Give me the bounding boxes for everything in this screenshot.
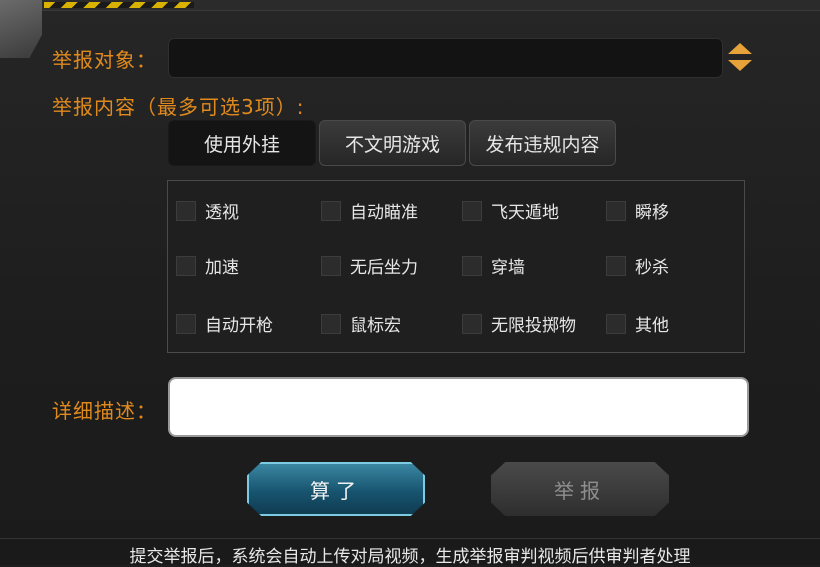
checkbox[interactable] — [606, 200, 626, 221]
option-label: 瞬移 — [635, 203, 669, 223]
sort-up-down-icon[interactable] — [726, 40, 754, 74]
checkbox[interactable] — [176, 313, 196, 334]
checkbox[interactable] — [321, 313, 341, 334]
cancel-button[interactable]: 算了 — [247, 462, 425, 516]
report-target-field[interactable] — [168, 38, 723, 78]
content-label: 举报内容（最多可选3项）: — [52, 95, 305, 119]
option-label: 无后坐力 — [350, 258, 418, 278]
option-mouse-macro[interactable]: 鼠标宏 — [321, 311, 401, 336]
checkbox[interactable] — [176, 255, 196, 276]
checkbox[interactable] — [462, 255, 482, 276]
tab-violation-content[interactable]: 发布违规内容 — [469, 120, 616, 166]
hazard-stripe — [44, 2, 194, 8]
option-label: 加速 — [205, 258, 239, 278]
option-speed[interactable]: 加速 — [176, 253, 239, 278]
checkbox[interactable] — [321, 255, 341, 276]
option-label: 其他 — [635, 316, 669, 336]
option-label: 自动瞄准 — [350, 203, 418, 223]
checkbox[interactable] — [321, 200, 341, 221]
checkbox[interactable] — [462, 313, 482, 334]
option-fly-underground[interactable]: 飞天遁地 — [462, 198, 559, 223]
target-label: 举报对象： — [52, 48, 157, 72]
option-label: 穿墙 — [491, 258, 525, 278]
option-label: 自动开枪 — [205, 316, 273, 336]
option-no-recoil[interactable]: 无后坐力 — [321, 253, 418, 278]
tab-uncivil[interactable]: 不文明游戏 — [319, 120, 466, 166]
option-label: 飞天遁地 — [491, 203, 559, 223]
option-label: 无限投掷物 — [491, 316, 576, 336]
desc-label: 详细描述： — [52, 399, 157, 423]
option-auto-fire[interactable]: 自动开枪 — [176, 311, 273, 336]
checkbox[interactable] — [606, 313, 626, 334]
option-teleport[interactable]: 瞬移 — [606, 198, 669, 223]
option-other[interactable]: 其他 — [606, 311, 669, 336]
option-aimbot[interactable]: 自动瞄准 — [321, 198, 418, 223]
checkbox[interactable] — [462, 200, 482, 221]
option-label: 秒杀 — [635, 258, 669, 278]
description-field[interactable] — [168, 377, 749, 437]
option-noclip[interactable]: 穿墙 — [462, 253, 525, 278]
report-button[interactable]: 举报 — [491, 462, 669, 516]
checkbox[interactable] — [606, 255, 626, 276]
option-wallhack[interactable]: 透视 — [176, 198, 239, 223]
option-instakill[interactable]: 秒杀 — [606, 253, 669, 278]
tab-cheat[interactable]: 使用外挂 — [168, 120, 316, 166]
checkbox[interactable] — [176, 200, 196, 221]
option-label: 透视 — [205, 203, 239, 223]
option-label: 鼠标宏 — [350, 316, 401, 336]
footer-note: 提交举报后，系统会自动上传对局视频，生成举报审判视频后供审判者处理 — [129, 547, 691, 567]
option-infinite-throwables[interactable]: 无限投掷物 — [462, 311, 576, 336]
